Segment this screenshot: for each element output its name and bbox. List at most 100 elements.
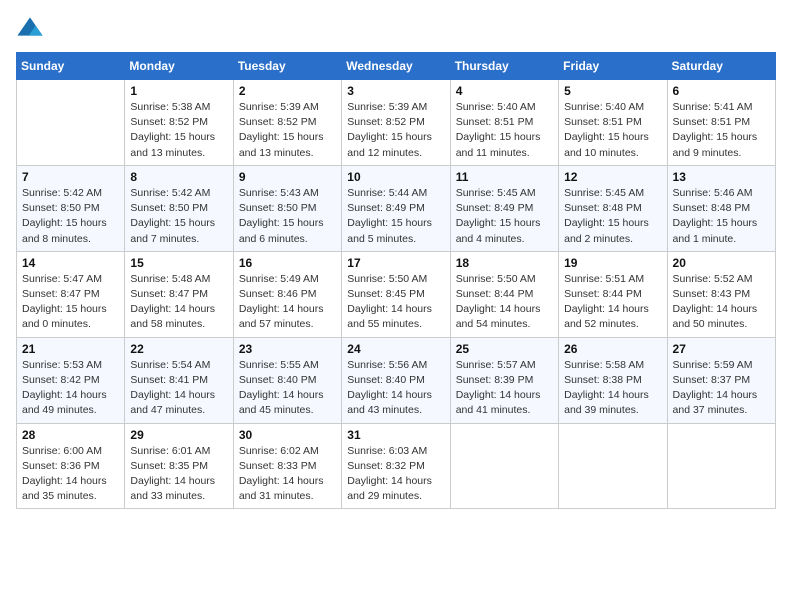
- day-number: 13: [673, 170, 770, 184]
- day-header-friday: Friday: [559, 53, 667, 80]
- day-info: Sunrise: 5:42 AMSunset: 8:50 PMDaylight:…: [130, 186, 227, 247]
- calendar-cell: 21 Sunrise: 5:53 AMSunset: 8:42 PMDayligh…: [17, 337, 125, 423]
- calendar-cell: 19Sunrise: 5:51 AMSunset: 8:44 PMDayligh…: [559, 251, 667, 337]
- calendar-cell: 15 Sunrise: 5:48 AMSunset: 8:47 PMDayligh…: [125, 251, 233, 337]
- day-number: 15: [130, 256, 227, 270]
- day-number: 4: [456, 84, 553, 98]
- calendar-week-row: 1 Sunrise: 5:38 AMSunset: 8:52 PMDaylight…: [17, 80, 776, 166]
- calendar-header-row: SundayMondayTuesdayWednesdayThursdayFrid…: [17, 53, 776, 80]
- calendar-cell: 3 Sunrise: 5:39 AMSunset: 8:52 PMDaylight…: [342, 80, 450, 166]
- day-info: Sunrise: 5:40 AMSunset: 8:51 PMDaylight:…: [456, 100, 553, 161]
- day-number: 8: [130, 170, 227, 184]
- day-number: 2: [239, 84, 336, 98]
- day-number: 5: [564, 84, 661, 98]
- calendar-cell: [559, 423, 667, 509]
- calendar-cell: 1 Sunrise: 5:38 AMSunset: 8:52 PMDaylight…: [125, 80, 233, 166]
- calendar-cell: 13 Sunrise: 5:46 AMSunset: 8:48 PMDayligh…: [667, 165, 775, 251]
- calendar-cell: 23 Sunrise: 5:55 AMSunset: 8:40 PMDayligh…: [233, 337, 341, 423]
- calendar-cell: [450, 423, 558, 509]
- day-info: Sunrise: 5:52 AMSunset: 8:43 PMDaylight:…: [673, 272, 770, 333]
- day-info: Sunrise: 5:49 AMSunset: 8:46 PMDaylight:…: [239, 272, 336, 333]
- day-number: 28: [22, 428, 119, 442]
- calendar-cell: 24 Sunrise: 5:56 AMSunset: 8:40 PMDayligh…: [342, 337, 450, 423]
- day-info: Sunrise: 5:48 AMSunset: 8:47 PMDaylight:…: [130, 272, 227, 333]
- day-info: Sunrise: 6:00 AMSunset: 8:36 PMDaylight:…: [22, 444, 119, 505]
- calendar-week-row: 21 Sunrise: 5:53 AMSunset: 8:42 PMDayligh…: [17, 337, 776, 423]
- calendar-cell: 22 Sunrise: 5:54 AMSunset: 8:41 PMDayligh…: [125, 337, 233, 423]
- calendar-cell: 17Sunrise: 5:50 AMSunset: 8:45 PMDayligh…: [342, 251, 450, 337]
- day-number: 22: [130, 342, 227, 356]
- day-info: Sunrise: 5:38 AMSunset: 8:52 PMDaylight:…: [130, 100, 227, 161]
- day-number: 6: [673, 84, 770, 98]
- day-number: 20: [673, 256, 770, 270]
- calendar-cell: 9 Sunrise: 5:43 AMSunset: 8:50 PMDaylight…: [233, 165, 341, 251]
- day-header-tuesday: Tuesday: [233, 53, 341, 80]
- day-number: 27: [673, 342, 770, 356]
- day-info: Sunrise: 5:58 AMSunset: 8:38 PMDaylight:…: [564, 358, 661, 419]
- day-number: 19: [564, 256, 661, 270]
- day-info: Sunrise: 5:47 AMSunset: 8:47 PMDaylight:…: [22, 272, 119, 333]
- calendar-cell: 25Sunrise: 5:57 AMSunset: 8:39 PMDayligh…: [450, 337, 558, 423]
- day-number: 12: [564, 170, 661, 184]
- calendar-cell: [667, 423, 775, 509]
- calendar-week-row: 14 Sunrise: 5:47 AMSunset: 8:47 PMDayligh…: [17, 251, 776, 337]
- day-info: Sunrise: 5:41 AMSunset: 8:51 PMDaylight:…: [673, 100, 770, 161]
- day-header-sunday: Sunday: [17, 53, 125, 80]
- day-number: 10: [347, 170, 444, 184]
- day-number: 23: [239, 342, 336, 356]
- calendar-cell: 20 Sunrise: 5:52 AMSunset: 8:43 PMDayligh…: [667, 251, 775, 337]
- day-number: 11: [456, 170, 553, 184]
- day-info: Sunrise: 5:39 AMSunset: 8:52 PMDaylight:…: [347, 100, 444, 161]
- calendar-cell: 8 Sunrise: 5:42 AMSunset: 8:50 PMDaylight…: [125, 165, 233, 251]
- day-number: 24: [347, 342, 444, 356]
- day-info: Sunrise: 5:43 AMSunset: 8:50 PMDaylight:…: [239, 186, 336, 247]
- day-info: Sunrise: 5:56 AMSunset: 8:40 PMDaylight:…: [347, 358, 444, 419]
- day-header-monday: Monday: [125, 53, 233, 80]
- day-number: 21: [22, 342, 119, 356]
- day-number: 9: [239, 170, 336, 184]
- day-number: 16: [239, 256, 336, 270]
- calendar-cell: 10 Sunrise: 5:44 AMSunset: 8:49 PMDayligh…: [342, 165, 450, 251]
- day-number: 14: [22, 256, 119, 270]
- day-info: Sunrise: 5:40 AMSunset: 8:51 PMDaylight:…: [564, 100, 661, 161]
- calendar-cell: 28 Sunrise: 6:00 AMSunset: 8:36 PMDayligh…: [17, 423, 125, 509]
- day-info: Sunrise: 5:45 AMSunset: 8:49 PMDaylight:…: [456, 186, 553, 247]
- page-header: [16, 16, 776, 44]
- calendar-week-row: 7 Sunrise: 5:42 AMSunset: 8:50 PMDaylight…: [17, 165, 776, 251]
- day-info: Sunrise: 5:45 AMSunset: 8:48 PMDaylight:…: [564, 186, 661, 247]
- calendar-cell: 27Sunrise: 5:59 AMSunset: 8:37 PMDayligh…: [667, 337, 775, 423]
- day-number: 17: [347, 256, 444, 270]
- calendar-cell: 7 Sunrise: 5:42 AMSunset: 8:50 PMDaylight…: [17, 165, 125, 251]
- calendar-cell: 12 Sunrise: 5:45 AMSunset: 8:48 PMDayligh…: [559, 165, 667, 251]
- day-number: 29: [130, 428, 227, 442]
- day-info: Sunrise: 5:54 AMSunset: 8:41 PMDaylight:…: [130, 358, 227, 419]
- day-number: 3: [347, 84, 444, 98]
- logo: [16, 16, 48, 44]
- day-info: Sunrise: 5:42 AMSunset: 8:50 PMDaylight:…: [22, 186, 119, 247]
- day-info: Sunrise: 6:03 AMSunset: 8:32 PMDaylight:…: [347, 444, 444, 505]
- day-number: 1: [130, 84, 227, 98]
- day-number: 31: [347, 428, 444, 442]
- day-number: 26: [564, 342, 661, 356]
- day-info: Sunrise: 5:46 AMSunset: 8:48 PMDaylight:…: [673, 186, 770, 247]
- calendar-table: SundayMondayTuesdayWednesdayThursdayFrid…: [16, 52, 776, 509]
- day-info: Sunrise: 5:55 AMSunset: 8:40 PMDaylight:…: [239, 358, 336, 419]
- day-number: 18: [456, 256, 553, 270]
- calendar-cell: 18 Sunrise: 5:50 AMSunset: 8:44 PMDayligh…: [450, 251, 558, 337]
- day-info: Sunrise: 6:01 AMSunset: 8:35 PMDaylight:…: [130, 444, 227, 505]
- day-info: Sunrise: 5:39 AMSunset: 8:52 PMDaylight:…: [239, 100, 336, 161]
- calendar-cell: 6 Sunrise: 5:41 AMSunset: 8:51 PMDaylight…: [667, 80, 775, 166]
- day-info: Sunrise: 5:44 AMSunset: 8:49 PMDaylight:…: [347, 186, 444, 247]
- day-number: 30: [239, 428, 336, 442]
- logo-icon: [16, 16, 44, 44]
- calendar-cell: 4 Sunrise: 5:40 AMSunset: 8:51 PMDaylight…: [450, 80, 558, 166]
- day-info: Sunrise: 5:50 AMSunset: 8:44 PMDaylight:…: [456, 272, 553, 333]
- day-number: 7: [22, 170, 119, 184]
- calendar-cell: 11 Sunrise: 5:45 AMSunset: 8:49 PMDayligh…: [450, 165, 558, 251]
- calendar-cell: 5 Sunrise: 5:40 AMSunset: 8:51 PMDaylight…: [559, 80, 667, 166]
- calendar-cell: [17, 80, 125, 166]
- day-info: Sunrise: 5:53 AMSunset: 8:42 PMDaylight:…: [22, 358, 119, 419]
- calendar-cell: 2 Sunrise: 5:39 AMSunset: 8:52 PMDaylight…: [233, 80, 341, 166]
- calendar-week-row: 28 Sunrise: 6:00 AMSunset: 8:36 PMDayligh…: [17, 423, 776, 509]
- day-info: Sunrise: 5:57 AMSunset: 8:39 PMDaylight:…: [456, 358, 553, 419]
